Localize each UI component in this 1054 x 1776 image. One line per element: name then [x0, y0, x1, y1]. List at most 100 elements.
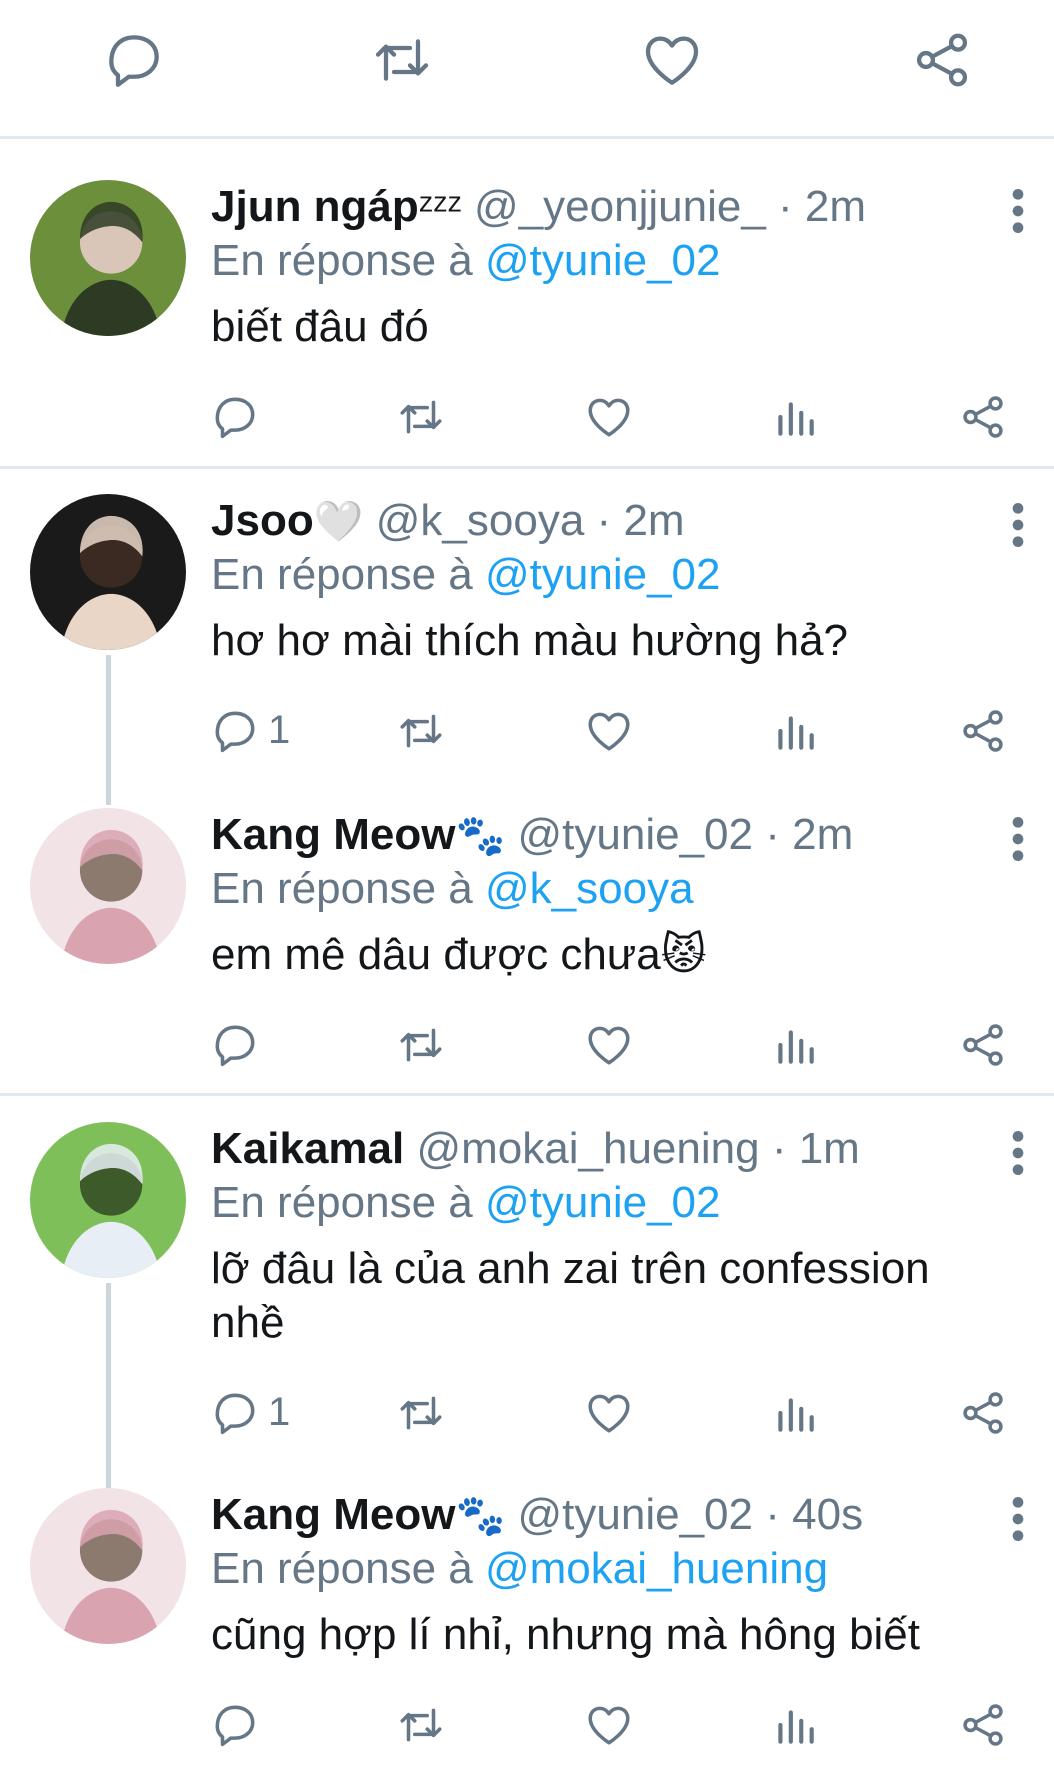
display-name[interactable]: Kang Meow: [211, 810, 455, 859]
reply-mention-link[interactable]: @tyunie_02: [485, 236, 721, 285]
share-icon[interactable]: [910, 28, 974, 92]
analytics-icon: [770, 392, 820, 442]
share-button[interactable]: [958, 1388, 1008, 1444]
tweet-text: lỡ đâu là của anh zai trên confession nh…: [211, 1244, 930, 1347]
retweet-button[interactable]: [396, 1700, 446, 1756]
like-button[interactable]: [584, 1700, 634, 1756]
reply-mention-link[interactable]: @tyunie_02: [485, 550, 721, 599]
reply-mention-link[interactable]: @k_sooya: [485, 864, 694, 913]
retweet-button[interactable]: [396, 392, 446, 448]
reply-mention-link[interactable]: @tyunie_02: [485, 1178, 721, 1227]
like-button[interactable]: [584, 1020, 634, 1076]
tweet-text: em mê dâu được chưa😾: [211, 930, 707, 979]
analytics-button[interactable]: [770, 1020, 820, 1076]
share-button[interactable]: [958, 706, 1008, 762]
like-icon[interactable]: [640, 28, 704, 92]
reply-prefix: En réponse à: [211, 236, 473, 285]
separator-dot: ·: [771, 1124, 787, 1173]
more-options-icon[interactable]: [1000, 186, 1036, 236]
reply-icon: [210, 1700, 260, 1750]
separator-dot: ·: [765, 810, 780, 859]
retweet-icon: [396, 1700, 446, 1750]
reply-button[interactable]: [210, 392, 260, 448]
top-action-bar: [0, 0, 1054, 139]
handle[interactable]: @mokai_huening: [416, 1124, 759, 1173]
name-emoji: 🐾: [455, 814, 506, 858]
share-button[interactable]: [958, 1700, 1008, 1756]
handle[interactable]: @k_sooya: [376, 496, 585, 545]
tweet-header: Kang Meow🐾 @tyunie_02 · 40s: [211, 1490, 863, 1541]
share-button[interactable]: [958, 392, 1008, 448]
like-icon: [584, 706, 634, 756]
reply-prefix: En réponse à: [211, 864, 473, 913]
name-emoji: 🤍: [313, 500, 364, 544]
share-icon: [958, 1388, 1008, 1438]
analytics-button[interactable]: [770, 392, 820, 448]
reply-mention-link[interactable]: @mokai_huening: [485, 1544, 828, 1593]
reply-button[interactable]: [210, 1700, 260, 1756]
reply-icon: [210, 392, 260, 442]
like-button[interactable]: [584, 1388, 634, 1444]
reply-button[interactable]: [210, 1020, 260, 1076]
reply-button[interactable]: 1: [210, 1388, 290, 1444]
retweet-icon: [396, 1388, 446, 1438]
retweet-button[interactable]: [396, 1388, 446, 1444]
share-button[interactable]: [958, 1020, 1008, 1076]
reply-count: 1: [268, 708, 291, 752]
handle[interactable]: @tyunie_02: [518, 810, 754, 859]
tweet-text: biết đâu đó: [211, 302, 429, 351]
avatar[interactable]: [30, 1122, 186, 1278]
reply-button[interactable]: 1: [210, 706, 290, 762]
analytics-icon: [770, 1020, 820, 1070]
thread-line: [106, 1283, 111, 1488]
avatar[interactable]: [30, 1488, 186, 1644]
reply-context: En réponse à @tyunie_02: [211, 1178, 720, 1228]
more-options-icon[interactable]: [1000, 500, 1036, 550]
reply-context: En réponse à @mokai_huening: [211, 1544, 828, 1594]
share-icon: [958, 1020, 1008, 1070]
like-button[interactable]: [584, 706, 634, 762]
display-name[interactable]: Jjun ngáp: [211, 182, 419, 231]
handle[interactable]: @tyunie_02: [518, 1490, 754, 1539]
like-icon: [584, 1388, 634, 1438]
avatar[interactable]: [30, 180, 186, 336]
retweet-icon[interactable]: [370, 28, 434, 92]
reply-context: En réponse à @tyunie_02: [211, 236, 720, 286]
more-options-icon[interactable]: [1000, 1128, 1036, 1178]
separator-dot: ·: [765, 1490, 780, 1539]
analytics-button[interactable]: [770, 706, 820, 762]
more-options-icon[interactable]: [1000, 814, 1036, 864]
retweet-icon: [396, 1020, 446, 1070]
retweet-button[interactable]: [396, 1020, 446, 1076]
retweet-icon: [396, 392, 446, 442]
timestamp: 1m: [798, 1124, 860, 1173]
display-name[interactable]: Jsoo: [211, 496, 314, 545]
handle[interactable]: @_yeonjjunie_: [474, 182, 766, 231]
analytics-button[interactable]: [770, 1388, 820, 1444]
reply-icon: [210, 1020, 260, 1070]
timestamp: 2m: [792, 810, 854, 859]
reply-context: En réponse à @tyunie_02: [211, 550, 720, 600]
display-name[interactable]: Kang Meow: [211, 1490, 455, 1539]
analytics-icon: [770, 1700, 820, 1750]
avatar[interactable]: [30, 494, 186, 650]
more-options-icon[interactable]: [1000, 1494, 1036, 1544]
avatar[interactable]: [30, 808, 186, 964]
analytics-button[interactable]: [770, 1700, 820, 1756]
reply-icon: [210, 1388, 260, 1438]
display-name[interactable]: Kaikamal: [211, 1124, 404, 1173]
reply-icon[interactable]: [102, 28, 166, 92]
retweet-button[interactable]: [396, 706, 446, 762]
share-icon: [958, 392, 1008, 442]
name-emoji: ᶻᶻᶻ: [418, 186, 462, 230]
reply-prefix: En réponse à: [211, 1544, 473, 1593]
analytics-icon: [770, 1388, 820, 1438]
like-button[interactable]: [584, 392, 634, 448]
timestamp: 2m: [623, 496, 685, 545]
thread-line: [106, 655, 111, 805]
tweet-header: Jsoo🤍 @k_sooya · 2m: [211, 496, 685, 547]
timestamp: 2m: [804, 182, 867, 231]
analytics-icon: [770, 706, 820, 756]
reply-prefix: En réponse à: [211, 550, 473, 599]
reply-prefix: En réponse à: [211, 1178, 473, 1227]
